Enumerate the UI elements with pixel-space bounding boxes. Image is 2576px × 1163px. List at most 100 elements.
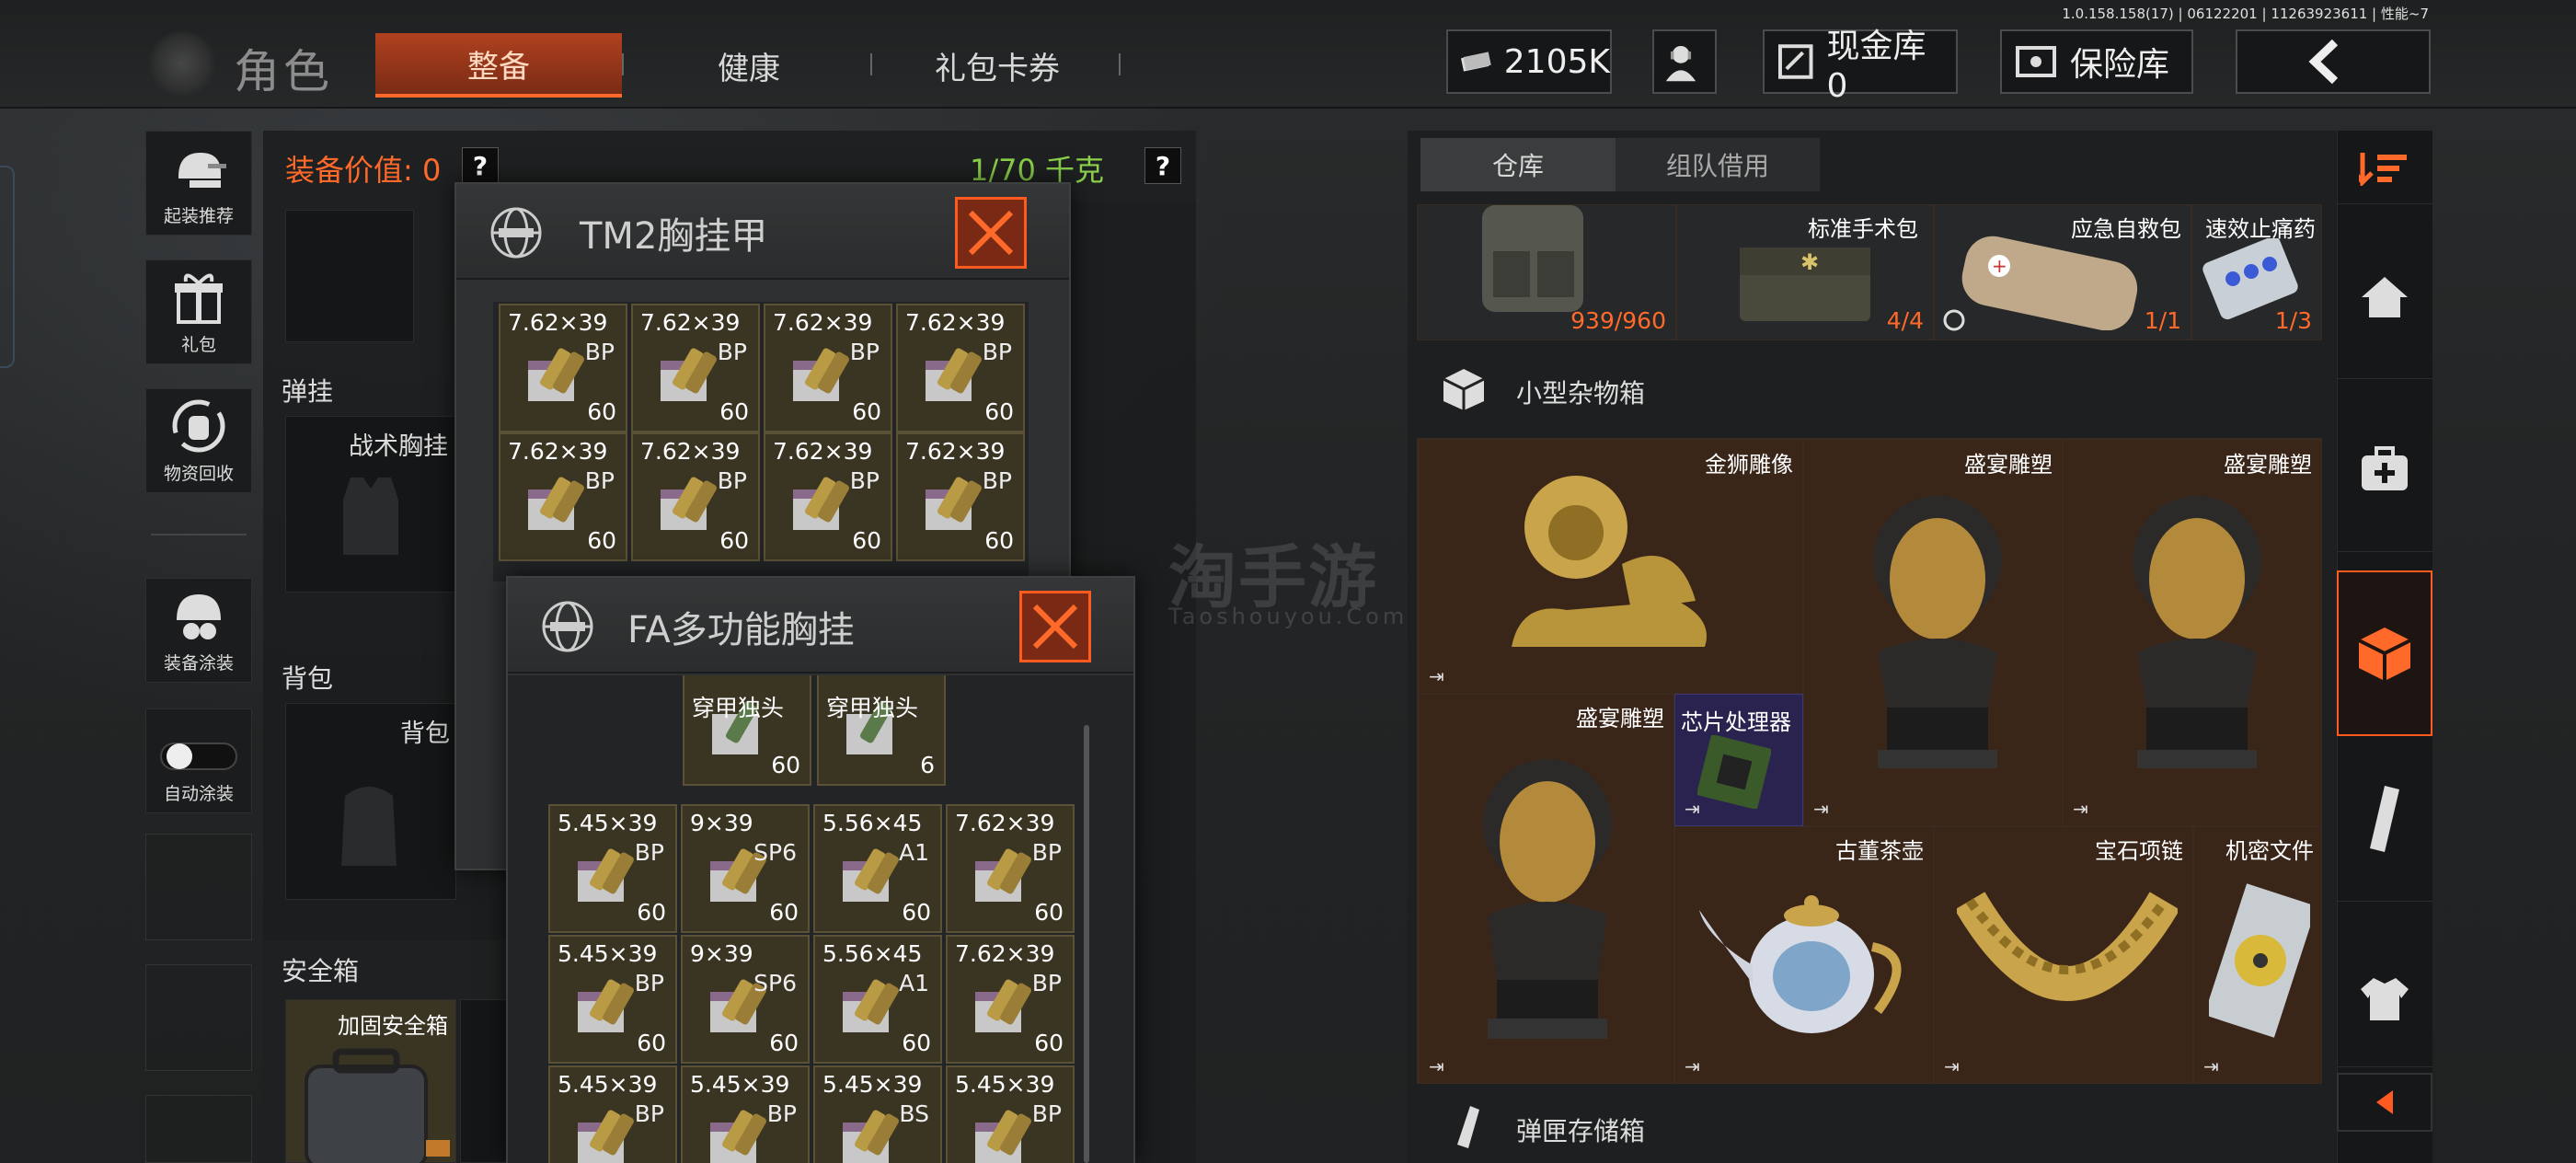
rail-divider — [151, 534, 247, 535]
ammo-caliber: 5.45×39 — [955, 1071, 1055, 1098]
move-icon[interactable]: ⇥ — [1813, 798, 1829, 820]
ammo-slot[interactable]: 7.62×39 BP 60 — [499, 432, 627, 561]
move-icon[interactable]: ⇥ — [1685, 798, 1700, 820]
ammo-slot[interactable]: 7.62×39 BP 60 — [631, 432, 760, 561]
medical-button[interactable] — [2337, 386, 2432, 552]
ammo-slot[interactable]: 5.45×39 BP — [946, 1065, 1075, 1163]
loadout-recommend-button[interactable]: 起装推荐 — [145, 131, 252, 236]
move-icon[interactable]: ⇥ — [1429, 1055, 1444, 1077]
clothing-button[interactable] — [2337, 929, 2432, 1067]
globe-icon — [490, 207, 542, 259]
safe-box-slot[interactable]: 加固安全箱 — [285, 999, 456, 1163]
ammo-slot[interactable]: 7.62×39 BP 60 — [946, 935, 1075, 1064]
page-title: 角色 — [234, 45, 333, 98]
popup-title: FA多功能胸挂 — [627, 609, 855, 651]
ammo-caliber: 5.45×39 — [558, 940, 658, 967]
ammo-slot[interactable]: 5.45×39 BP 60 — [548, 804, 677, 933]
ammo-slot[interactable]: 5.45×39 BP — [548, 1065, 677, 1163]
storage-item-backpack[interactable]: 939/960 — [1417, 204, 1676, 340]
ammo-slot[interactable]: 7.62×39 BP 60 — [896, 304, 1025, 432]
ammo-slot[interactable]: 5.45×39 BS — [813, 1065, 942, 1163]
rail-label: 自动涂装 — [163, 784, 234, 804]
ammo-type: BP — [717, 467, 747, 494]
ammo-slot[interactable]: 7.62×39 BP 60 — [946, 804, 1075, 933]
ammo-count: 6 — [920, 752, 935, 778]
scrollbar[interactable] — [1084, 725, 1089, 1163]
tactical-rig-slot[interactable]: 战术胸挂 — [285, 416, 456, 593]
tab-team-borrow[interactable]: 组队借用 — [1616, 138, 1820, 191]
storage-item-surgery-kit[interactable]: 标准手术包 ✱ 4/4 — [1676, 204, 1934, 340]
teapot-icon — [1699, 895, 1902, 1033]
equip-slot[interactable] — [285, 210, 414, 342]
ammo-caliber: 7.62×39 — [773, 309, 873, 336]
move-icon[interactable]: ⇥ — [1944, 1055, 1960, 1077]
money-display[interactable]: 2105K — [1446, 29, 1612, 94]
ammo-slot[interactable]: 7.62×39 BP 60 — [764, 432, 892, 561]
backpack-label: 背包 — [282, 663, 334, 694]
ammo-button[interactable] — [2337, 736, 2432, 902]
item-antique-teapot[interactable]: 古董茶壶 ⇥ — [1674, 826, 1934, 1084]
ammo-slot[interactable]: 7.62×39 BP 60 — [896, 432, 1025, 561]
side-tab-handle[interactable] — [0, 166, 15, 368]
storage-item-painkiller[interactable]: 速效止痛药 1/3 — [2191, 204, 2322, 340]
ammo-count: 60 — [902, 899, 931, 926]
tab-gift-cards[interactable]: 礼包卡券 — [889, 33, 1106, 98]
storage-item-emergency-kit[interactable]: 应急自救包 + 1/1 — [1934, 204, 2191, 340]
item-feast-sculpture[interactable]: 盛宴雕塑 ⇥ — [2063, 440, 2322, 826]
svg-text:+: + — [1992, 255, 2007, 277]
backpack-slot[interactable]: 背包 — [285, 703, 456, 900]
tab-equip[interactable]: 整备 — [375, 33, 622, 98]
cash-vault-button[interactable]: 现金库 0 — [1763, 28, 1958, 105]
gift-pack-button[interactable]: 礼包 — [145, 259, 252, 364]
collapse-button[interactable] — [2337, 1073, 2432, 1132]
insured-icon — [1943, 309, 1965, 331]
item-feast-sculpture[interactable]: 盛宴雕塑 ⇥ — [1419, 694, 1674, 1084]
filter-button[interactable] — [2337, 131, 2432, 204]
ammo-slot[interactable]: 穿甲独头 6 — [817, 675, 946, 786]
weight-help-icon[interactable]: ? — [1144, 147, 1181, 184]
ammo-slot[interactable]: 5.56×45 A1 60 — [813, 804, 942, 933]
item-name: 古董茶壶 — [1835, 838, 1924, 864]
ammo-slot[interactable]: 9×39 SP6 60 — [681, 804, 810, 933]
ammo-slot[interactable]: 7.62×39 BP 60 — [499, 304, 627, 432]
item-secret-files[interactable]: 机密文件 ⇥ — [2193, 826, 2322, 1084]
tab-health[interactable]: 健康 — [644, 33, 854, 98]
insurance-vault-button[interactable]: 保险库 — [2000, 29, 2193, 94]
move-icon[interactable]: ⇥ — [1429, 665, 1444, 687]
ammo-slot[interactable]: 7.62×39 BP 60 — [631, 304, 760, 432]
auto-skin-toggle[interactable]: 自动涂装 — [145, 708, 252, 813]
container-button[interactable] — [2337, 570, 2432, 736]
close-button[interactable] — [955, 197, 1027, 269]
support-button[interactable] — [1652, 29, 1717, 94]
ammo-slot[interactable]: 5.56×45 A1 60 — [813, 935, 942, 1064]
ammo-slot[interactable]: 5.45×39 BP — [681, 1065, 810, 1163]
item-feast-sculpture[interactable]: 盛宴雕塑 ⇥ — [1803, 440, 2063, 826]
back-button[interactable] — [2236, 29, 2431, 94]
move-icon[interactable]: ⇥ — [1685, 1055, 1700, 1077]
value-help-icon[interactable]: ? — [462, 147, 499, 184]
backpack-slot-label: 背包 — [400, 720, 450, 748]
fa-ammo-scroll[interactable]: 穿甲独头 60 穿甲独头 6 5.45×39 BP 60 9×39 SP6 60 5.56×45 A1… — [508, 675, 1133, 1163]
home-button[interactable] — [2337, 213, 2432, 379]
ammo-slot[interactable]: 5.45×39 BP 60 — [548, 935, 677, 1064]
ammo-box-icon — [710, 1110, 766, 1163]
ammo-slot[interactable]: 7.62×39 BP 60 — [764, 304, 892, 432]
cash-icon — [1461, 52, 1491, 72]
item-chip-processor[interactable]: 芯片处理器 ⇥ — [1674, 694, 1803, 826]
item-gem-necklace[interactable]: 宝石项链 ⇥ — [1934, 826, 2193, 1084]
equip-skin-button[interactable]: 装备涂装 — [145, 578, 252, 683]
item-gold-lion[interactable]: 金狮雕像 ⇥ — [1419, 440, 1803, 694]
tab-warehouse[interactable]: 仓库 — [1420, 138, 1616, 191]
move-icon[interactable]: ⇥ — [2073, 798, 2088, 820]
move-icon[interactable]: ⇥ — [2203, 1055, 2219, 1077]
ammo-type: BP — [584, 339, 615, 365]
close-button[interactable] — [1019, 591, 1091, 662]
equip-slot[interactable] — [460, 999, 510, 1163]
recycle-button[interactable]: 物资回收 — [145, 388, 252, 493]
ammo-slot[interactable]: 穿甲独头 60 — [683, 675, 811, 786]
ammo-type: BS — [899, 1100, 929, 1127]
ammo-caliber: 5.45×39 — [558, 810, 658, 836]
ammo-slot[interactable]: 9×39 SP6 60 — [681, 935, 810, 1064]
ammo-count: 60 — [769, 1030, 799, 1056]
next-container-title: 弹匣存储箱 — [1516, 1116, 1646, 1146]
